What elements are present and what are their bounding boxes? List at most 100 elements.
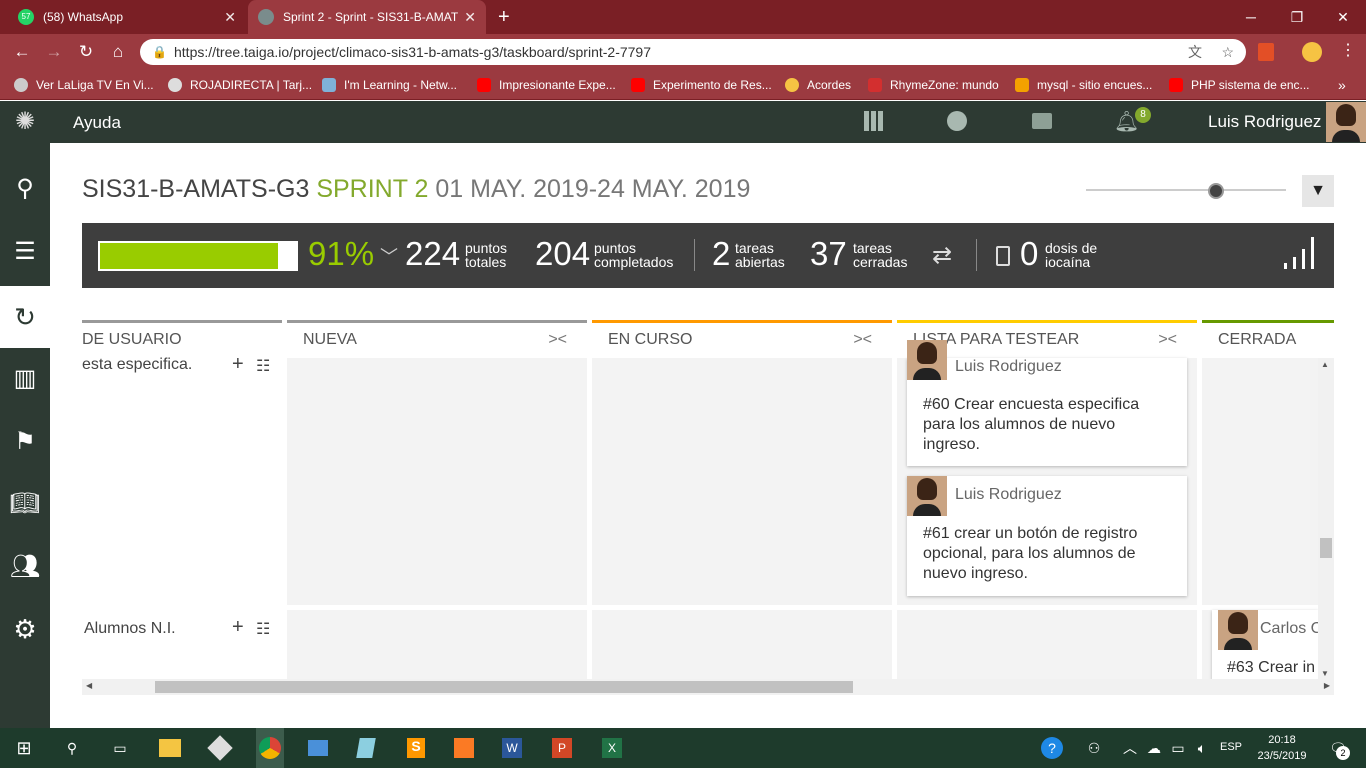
help-icon[interactable]: ? <box>1040 736 1064 760</box>
volume-icon[interactable]: 🔈︎ <box>1190 736 1214 760</box>
control-panel-icon[interactable] <box>306 736 330 760</box>
chevron-down-icon[interactable]: ﹀ <box>380 243 398 269</box>
people-icon[interactable]: ⚇ <box>1082 736 1106 760</box>
settings-gear-icon[interactable]: ⚙ <box>0 599 50 659</box>
bookmark-item[interactable]: Experimento de Res... <box>631 76 772 94</box>
card-owner[interactable]: Luis Rodriguez <box>955 358 1062 376</box>
input-language[interactable]: ESP <box>1220 741 1242 753</box>
user-avatar[interactable] <box>1326 102 1366 142</box>
close-window-icon[interactable]: ✕ <box>1320 0 1366 34</box>
notepad-icon[interactable] <box>354 736 378 760</box>
office-extension-icon[interactable] <box>1258 43 1274 61</box>
menu-dots-icon[interactable]: ⋮ <box>1340 40 1356 60</box>
bookmark-item[interactable]: ROJADIRECTA | Tarj... <box>168 76 312 94</box>
restore-icon[interactable]: ❐ <box>1274 0 1320 34</box>
swap-icon[interactable]: ⇄ <box>932 241 952 270</box>
issues-icon[interactable]: ⚑ <box>0 411 50 471</box>
bookmark-item[interactable]: Impresionante Expe... <box>477 76 616 94</box>
home-icon[interactable]: ⌂ <box>108 42 128 62</box>
search-icon[interactable]: ⚲ <box>60 736 84 760</box>
close-tab-icon[interactable]: ✕ <box>464 9 476 26</box>
xampp-icon[interactable] <box>452 736 476 760</box>
scroll-up-icon[interactable]: ▲ <box>1321 360 1329 369</box>
collapse-column-icon[interactable]: >< <box>548 331 567 349</box>
back-icon[interactable]: ← <box>12 42 32 62</box>
card-title[interactable]: #60 Crear encuesta especifica para los a… <box>923 395 1167 455</box>
zoom-slider[interactable] <box>1086 189 1286 191</box>
add-task-icon[interactable]: + <box>232 616 244 639</box>
file-explorer-icon[interactable] <box>158 736 182 760</box>
task-card[interactable]: Luis Rodriguez #61 crear un botón de reg… <box>907 476 1187 596</box>
help-link[interactable]: Ayuda <box>73 113 121 133</box>
clock[interactable]: 20:18 23/5/2019 <box>1254 732 1310 764</box>
bookmark-star-icon[interactable]: ☆ <box>1221 39 1234 65</box>
dropbox-icon[interactable] <box>207 735 233 761</box>
bulk-add-icon[interactable]: ☷ <box>256 356 270 376</box>
timeline-menu-icon[interactable]: ☰ <box>0 221 50 281</box>
url-input[interactable]: 🔒 https://tree.taiga.io/project/climaco-… <box>140 39 1246 65</box>
user-story-title[interactable]: Alumnos N.I. <box>84 620 176 638</box>
vertical-scrollbar-thumb[interactable] <box>1320 538 1332 558</box>
completed-points: 204 <box>535 235 591 272</box>
minimize-icon[interactable]: ─ <box>1228 0 1274 34</box>
projects-grid-icon[interactable] <box>864 111 884 131</box>
profile-emoji-icon[interactable] <box>1302 42 1322 62</box>
word-icon[interactable]: W <box>500 736 524 760</box>
new-tab-button[interactable]: + <box>498 6 510 29</box>
horizontal-scrollbar-thumb[interactable] <box>155 681 853 693</box>
card-title[interactable]: #63 Crear in <box>1227 658 1315 678</box>
onedrive-icon[interactable]: ☁ <box>1142 736 1166 760</box>
horizontal-scrollbar[interactable]: ◀ ▶ <box>82 679 1334 695</box>
zoom-slider-handle[interactable] <box>1208 183 1224 199</box>
discover-globe-icon[interactable] <box>947 111 967 131</box>
url-text: https://tree.taiga.io/project/climaco-si… <box>174 44 651 60</box>
scrum-icon[interactable]: ↻ <box>0 286 50 348</box>
forward-icon[interactable]: → <box>44 42 64 62</box>
chrome-icon[interactable] <box>256 728 284 768</box>
bookmark-item[interactable]: Acordes <box>785 76 851 94</box>
bookmarks-overflow-icon[interactable]: » <box>1338 76 1346 94</box>
add-task-icon[interactable]: + <box>232 353 244 376</box>
project-name[interactable]: SIS31-B-AMATS-G3 <box>82 175 309 203</box>
tray-chevron-icon[interactable]: ︿ <box>1118 736 1142 760</box>
task-card[interactable]: Luis Rodriguez #60 Crear encuesta especi… <box>907 340 1187 466</box>
scroll-right-icon[interactable]: ▶ <box>1324 681 1330 690</box>
windows-start-icon[interactable]: ⊞ <box>12 736 36 760</box>
user-story-title[interactable]: esta especifica. <box>82 356 282 380</box>
scroll-left-icon[interactable]: ◀ <box>86 681 92 690</box>
bookmark-item[interactable]: PHP sistema de enc... <box>1169 76 1310 94</box>
task-view-icon[interactable]: ▭ <box>108 736 132 760</box>
reload-icon[interactable]: ↻ <box>76 42 96 62</box>
bookmark-item[interactable]: I'm Learning - Netw... <box>322 76 457 94</box>
scroll-down-icon[interactable]: ▼ <box>1321 669 1329 678</box>
user-name[interactable]: Luis Rodriguez <box>1208 112 1321 132</box>
bookmark-item[interactable]: RhymeZone: mundo <box>868 76 999 94</box>
wiki-icon[interactable]: 📖︎ <box>0 473 50 533</box>
taiga-logo-icon[interactable]: ✺ <box>12 109 38 135</box>
close-tab-icon[interactable]: ✕ <box>224 9 236 26</box>
team-icon[interactable]: 👥︎ <box>0 536 50 596</box>
collapse-column-icon[interactable]: >< <box>853 331 872 349</box>
powerpoint-icon[interactable]: P <box>550 736 574 760</box>
battery-icon[interactable]: ▭ <box>1166 736 1190 760</box>
signal-bars-icon[interactable] <box>1284 237 1320 269</box>
translate-icon[interactable]: 文 <box>1188 39 1202 65</box>
tab-whatsapp[interactable]: 57 (58) WhatsApp ✕ <box>8 0 246 34</box>
iocaine-label: dosis de iocaína <box>1045 240 1098 270</box>
bookmark-item[interactable]: mysql - sitio encues... <box>1015 76 1152 94</box>
excel-icon[interactable]: X <box>600 736 624 760</box>
task-card[interactable]: Carlos C #63 Crear in <box>1212 610 1318 680</box>
cards-icon[interactable] <box>1032 113 1052 129</box>
tab-sprint[interactable]: Sprint 2 - Sprint - SIS31-B-AMAT ✕ <box>248 0 486 34</box>
card-owner[interactable]: Carlos C <box>1260 620 1318 638</box>
vertical-scrollbar[interactable]: ▲ ▼ <box>1318 358 1334 680</box>
bookmark-item[interactable]: Ver LaLiga TV En Vi... <box>14 76 154 94</box>
kanban-icon[interactable]: ▥ <box>0 348 50 408</box>
search-icon[interactable]: ⚲ <box>0 158 50 218</box>
sublime-icon[interactable]: S <box>404 736 428 760</box>
collapse-column-icon[interactable]: >< <box>1158 331 1177 349</box>
bulk-add-icon[interactable]: ☷ <box>256 619 270 639</box>
filter-button[interactable]: ▼ <box>1302 175 1334 207</box>
card-owner[interactable]: Luis Rodriguez <box>955 486 1062 504</box>
card-title[interactable]: #61 crear un botón de registro opcional,… <box>923 524 1167 584</box>
